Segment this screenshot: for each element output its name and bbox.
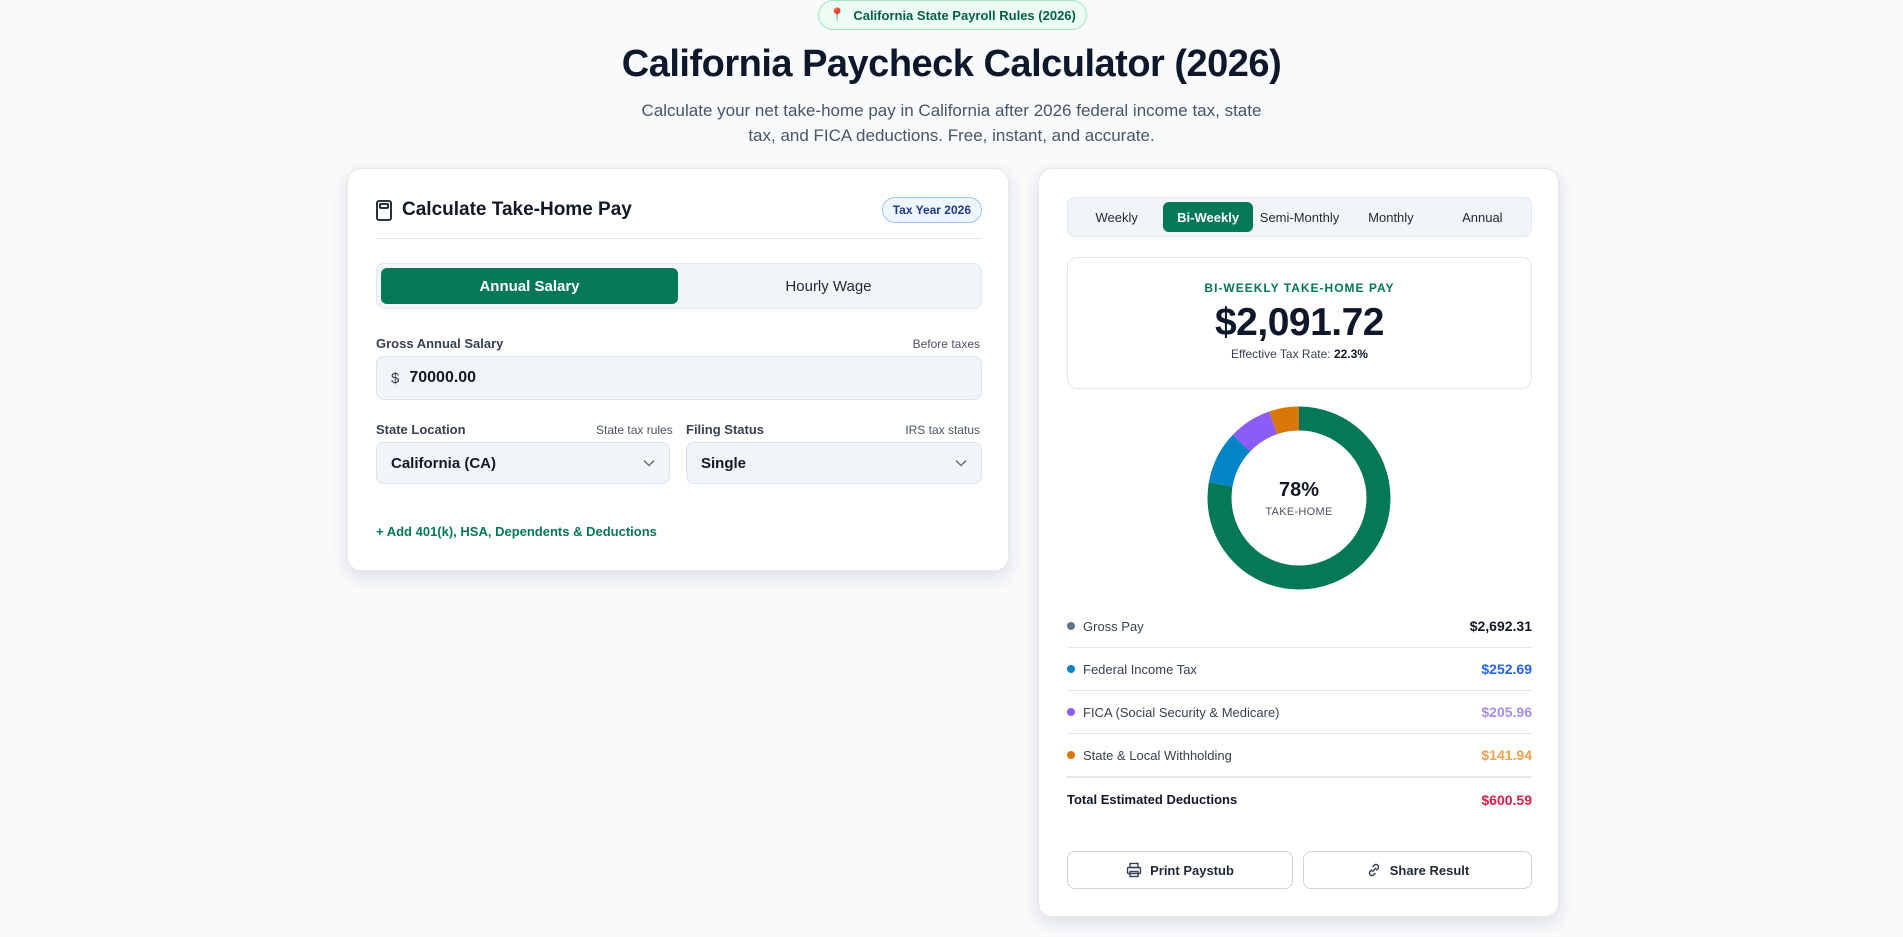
breakdown-label: FICA (Social Security & Medicare) [1083, 704, 1280, 720]
currency-symbol: $ [391, 369, 400, 387]
fica-dot [1067, 708, 1075, 716]
tab-annual[interactable]: Annual [1438, 202, 1527, 232]
breakdown-value: $205.96 [1481, 704, 1532, 720]
tab-bi-weekly[interactable]: Bi-Weekly [1163, 202, 1253, 232]
print-paystub-button[interactable]: Print Paystub [1067, 851, 1293, 889]
filing-label: Filing Status [686, 422, 764, 437]
pay-period-tabs: Weekly Bi-Weekly Semi-Monthly Monthly An… [1067, 197, 1532, 237]
calculator-title: Calculate Take-Home Pay [402, 199, 632, 220]
breakdown-list: Gross Pay $2,692.31 Federal Income Tax $… [1067, 605, 1532, 777]
breakdown-value: $252.69 [1481, 661, 1532, 677]
state-rules-badge: 📍 California State Payroll Rules (2026) [818, 0, 1087, 30]
salary-input[interactable] [409, 369, 910, 387]
page-subtitle: Calculate your net take-home pay in Cali… [641, 101, 1262, 145]
tax-year-badge: Tax Year 2026 [881, 197, 982, 223]
total-deductions-row: Total Estimated Deductions $600.59 [1067, 777, 1532, 821]
results-card: Weekly Bi-Weekly Semi-Monthly Monthly An… [1038, 168, 1559, 917]
tab-semi-monthly[interactable]: Semi-Monthly [1255, 202, 1344, 232]
state-local-dot [1067, 751, 1075, 759]
chevron-down-icon [643, 459, 655, 467]
calculator-icon [376, 199, 392, 221]
tab-weekly[interactable]: Weekly [1072, 202, 1161, 232]
donut-center-label: TAKE-HOME [1265, 505, 1333, 518]
mode-annual-salary[interactable]: Annual Salary [381, 268, 678, 304]
state-select[interactable]: California (CA) [376, 442, 670, 484]
filing-select-value: Single [701, 454, 747, 472]
mode-hourly-wage[interactable]: Hourly Wage [680, 268, 977, 304]
state-select-value: California (CA) [391, 454, 496, 472]
link-icon [1368, 863, 1379, 877]
state-label: State Location [376, 422, 466, 437]
chevron-down-icon [955, 459, 967, 467]
breakdown-label: Federal Income Tax [1083, 661, 1197, 677]
donut-center-percent: 78% [1278, 478, 1320, 501]
breakdown-row-fica: FICA (Social Security & Medicare) $205.9… [1067, 691, 1532, 734]
breakdown-label: Gross Pay [1083, 618, 1144, 634]
breakdown-row-gross-pay: Gross Pay $2,692.31 [1067, 605, 1532, 648]
tab-monthly[interactable]: Monthly [1346, 202, 1435, 232]
calculator-header: Calculate Take-Home Pay Tax Year 2026 [376, 197, 982, 239]
pin-icon: 📍 [829, 7, 846, 22]
effective-rate-label: Effective Tax Rate: [1231, 347, 1331, 361]
page-title: California Paycheck Calculator (2026) [621, 43, 1282, 85]
printer-icon [1126, 862, 1142, 878]
effective-tax-rate: Effective Tax Rate: 22.3% [1068, 347, 1531, 361]
total-deductions-label: Total Estimated Deductions [1067, 792, 1238, 807]
gross-pay-dot [1067, 622, 1075, 630]
effective-rate-value: 22.3% [1333, 347, 1368, 361]
breakdown-value: $141.94 [1481, 747, 1532, 763]
breakdown-label: State & Local Withholding [1083, 747, 1232, 763]
share-result-label: Share Result [1389, 862, 1470, 878]
pay-mode-toggle: Annual Salary Hourly Wage [376, 263, 982, 309]
print-paystub-label: Print Paystub [1150, 862, 1234, 878]
filing-hint: IRS tax status [905, 423, 980, 437]
calculator-card: Calculate Take-Home Pay Tax Year 2026 An… [347, 168, 1009, 571]
total-deductions-value: $600.59 [1481, 791, 1532, 808]
salary-field: $ [376, 356, 982, 400]
breakdown-row-federal-tax: Federal Income Tax $252.69 [1067, 648, 1532, 691]
take-home-amount: $2,091.72 [1214, 301, 1385, 344]
take-home-summary: BI-WEEKLY TAKE-HOME PAY $2,091.72 Effect… [1067, 257, 1532, 389]
state-rules-badge-text: California State Payroll Rules (2026) [853, 7, 1076, 23]
salary-hint: Before taxes [912, 337, 980, 351]
salary-label: Gross Annual Salary [376, 336, 504, 351]
add-deductions-link[interactable]: + Add 401(k), HSA, Dependents & Deductio… [376, 524, 657, 539]
breakdown-row-state-local: State & Local Withholding $141.94 [1067, 734, 1532, 777]
state-hint: State tax rules [596, 423, 673, 437]
take-home-label: BI-WEEKLY TAKE-HOME PAY [1204, 281, 1395, 295]
donut-center: 78% TAKE-HOME [1207, 406, 1391, 590]
federal-tax-dot [1067, 665, 1075, 673]
breakdown-value: $2,692.31 [1469, 618, 1532, 634]
filing-status-select[interactable]: Single [686, 442, 982, 484]
share-result-button[interactable]: Share Result [1303, 851, 1532, 889]
